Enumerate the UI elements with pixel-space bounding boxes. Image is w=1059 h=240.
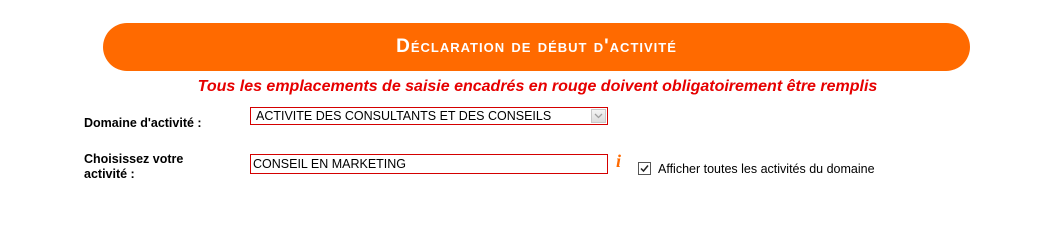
domain-select-value: ACTIVITE DES CONSULTANTS ET DES CONSEILS [256,109,552,123]
page-title: Déclaration de début d'activité [396,36,677,57]
required-fields-notice: Tous les emplacements de saisie encadrés… [197,78,878,95]
show-all-activities-checkbox[interactable] [638,162,651,175]
page-title-banner: Déclaration de début d'activité [103,23,970,71]
activity-label: Choisissez votre activité : [84,152,184,181]
checkmark-icon [640,165,649,173]
info-icon[interactable]: i [616,151,621,172]
domain-label: Domaine d'activité : [84,116,202,130]
activity-declaration-page: Déclaration de début d'activité Tous les… [0,0,1059,222]
activity-input[interactable] [250,154,608,174]
show-all-activities-label[interactable]: Afficher toutes les activités du domaine [658,162,875,176]
chevron-down-icon[interactable] [591,109,606,123]
domain-select[interactable]: ACTIVITE DES CONSULTANTS ET DES CONSEILS [250,107,608,125]
